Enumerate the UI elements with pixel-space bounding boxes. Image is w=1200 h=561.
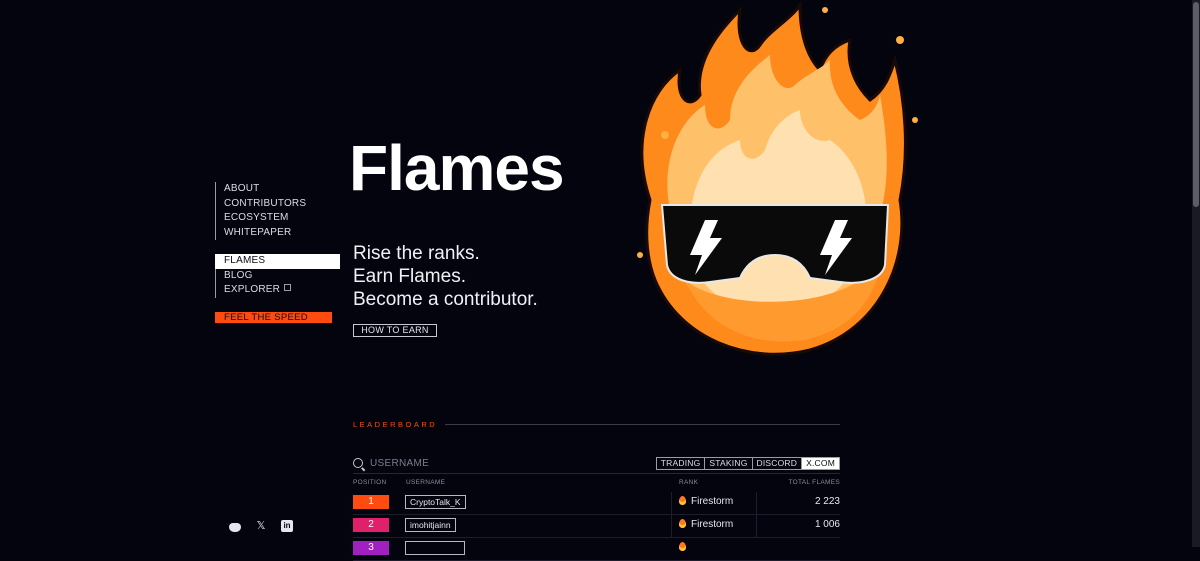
filter-x-com[interactable]: X.COM	[802, 458, 839, 469]
nav-blog[interactable]: BLOG	[215, 268, 340, 283]
page-scrollbar[interactable]	[1192, 0, 1200, 547]
hero-tagline: Rise the ranks. Earn Flames. Become a co…	[353, 242, 538, 311]
tagline-line-2: Earn Flames.	[353, 266, 466, 287]
flame-mascot-illustration	[637, 0, 918, 356]
position-badge: 3	[353, 541, 389, 555]
side-navigation: ABOUT CONTRIBUTORS ECOSYSTEM WHITEPAPER …	[215, 180, 340, 323]
column-header-total-flames: TOTAL FLAMES	[788, 479, 840, 486]
column-header-username: USERNAME	[406, 479, 446, 486]
total-flames-cell: 2 223	[814, 496, 840, 507]
social-links: 𝕏 in	[229, 520, 293, 532]
page-title: Flames	[349, 132, 565, 204]
position-badge: 1	[353, 495, 389, 509]
position-badge: 2	[353, 518, 389, 532]
nav-explorer-label: EXPLORER	[224, 284, 281, 295]
nav-explorer[interactable]: EXPLORER	[215, 283, 340, 298]
leaderboard-toolbar: TRADING STAKING DISCORD X.COM	[353, 456, 840, 474]
table-row[interactable]: 3	[353, 538, 840, 561]
scrollbar-thumb[interactable]	[1193, 2, 1199, 207]
username-chip[interactable]	[405, 541, 465, 555]
table-row[interactable]: 1 CryptoTalk_K Firestorm 2 223	[353, 492, 840, 515]
x-icon[interactable]: 𝕏	[255, 520, 267, 532]
username-search-input[interactable]	[370, 456, 570, 470]
linkedin-icon[interactable]: in	[281, 520, 293, 532]
filter-discord[interactable]: DISCORD	[753, 458, 803, 469]
feel-the-speed-button[interactable]: FEEL THE SPEED	[215, 312, 332, 323]
column-divider	[756, 492, 757, 514]
how-to-earn-button[interactable]: HOW TO EARN	[353, 324, 437, 337]
nav-group-primary: ABOUT CONTRIBUTORS ECOSYSTEM WHITEPAPER	[215, 182, 306, 240]
rank-cell: Firestorm	[679, 518, 733, 532]
filter-trading[interactable]: TRADING	[657, 458, 706, 469]
username-chip[interactable]: CryptoTalk_K	[405, 495, 466, 509]
filter-staking[interactable]: STAKING	[705, 458, 753, 469]
leaderboard-label: LEADERBOARD	[353, 420, 438, 429]
column-divider	[756, 515, 757, 537]
tagline-line-1: Rise the ranks.	[353, 243, 480, 264]
flame-icon	[679, 496, 686, 505]
leaderboard-divider	[445, 424, 840, 425]
nav-ecosystem[interactable]: ECOSYSTEM	[215, 211, 306, 226]
nav-group-secondary: FLAMES BLOG EXPLORER	[215, 254, 340, 298]
rank-cell: Firestorm	[679, 495, 733, 509]
rank-label: Firestorm	[691, 496, 734, 507]
nav-contributors[interactable]: CONTRIBUTORS	[215, 196, 306, 211]
table-row[interactable]: 2 imohitjainn Firestorm 1 006	[353, 515, 840, 538]
leaderboard-filter-tabs: TRADING STAKING DISCORD X.COM	[655, 457, 840, 470]
rank-label: Firestorm	[691, 519, 734, 530]
nav-about[interactable]: ABOUT	[215, 182, 306, 197]
discord-icon[interactable]	[229, 522, 241, 532]
column-header-rank: RANK	[679, 479, 699, 486]
username-chip[interactable]: imohitjainn	[405, 518, 456, 532]
column-divider	[671, 515, 672, 537]
external-link-icon	[284, 284, 292, 291]
nav-whitepaper[interactable]: WHITEPAPER	[215, 225, 306, 240]
nav-flames[interactable]: FLAMES	[215, 254, 340, 269]
search-icon	[353, 458, 363, 468]
total-flames-cell: 1 006	[814, 519, 840, 530]
column-divider	[671, 492, 672, 514]
flame-icon	[679, 519, 686, 528]
rank-cell	[679, 541, 691, 555]
column-header-position: POSITION	[353, 479, 387, 486]
tagline-line-3: Become a contributor.	[353, 289, 538, 310]
